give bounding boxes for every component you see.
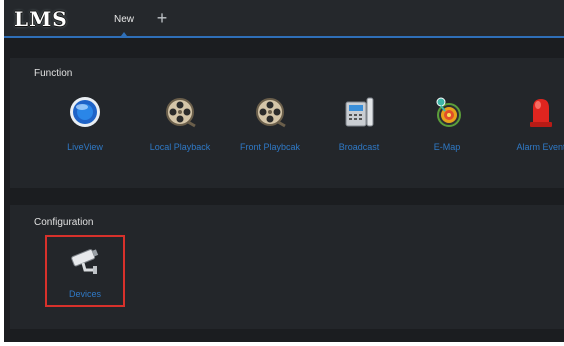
function-item-label: Alarm Event — [516, 142, 564, 152]
function-item-broadcast[interactable]: Broadcast — [314, 96, 404, 166]
active-tab-indicator — [100, 32, 148, 38]
function-item-alarm-event[interactable]: Alarm Event — [496, 96, 564, 166]
function-item-label: LiveView — [67, 142, 103, 152]
function-panel-title: Function — [34, 68, 73, 79]
liveview-icon — [69, 96, 101, 128]
tab-new-label: New — [113, 14, 134, 25]
function-item-label: E-Map — [433, 142, 461, 152]
configuration-item-devices[interactable]: Devices — [40, 243, 130, 313]
function-item-label: Local Playback — [149, 142, 211, 152]
configuration-panel: Configuration Devices — [10, 205, 564, 329]
function-item-label: Front Playbcak — [239, 142, 301, 152]
map-target-icon — [431, 96, 463, 128]
function-item-label: Broadcast — [338, 142, 380, 152]
alarm-light-icon — [525, 96, 557, 128]
app-logo: LMS — [14, 7, 68, 31]
camera-icon — [69, 243, 101, 275]
function-item-liveview[interactable]: LiveView — [40, 96, 130, 166]
plus-icon: + — [156, 8, 168, 28]
film-reel-icon — [164, 96, 196, 128]
function-item-local-playback[interactable]: Local Playback — [135, 96, 225, 166]
configuration-item-label: Devices — [68, 289, 101, 299]
function-item-e-map[interactable]: E-Map — [402, 96, 492, 166]
configuration-panel-title: Configuration — [34, 217, 94, 228]
film-reel-icon — [254, 96, 286, 128]
broadcast-phone-icon — [343, 96, 375, 128]
function-item-front-playback[interactable]: Front Playbcak — [225, 96, 315, 166]
function-panel: Function LiveView Local Playback Front P… — [10, 58, 564, 188]
title-bar: LMS New + — [4, 0, 564, 38]
lms-window: LMS New + Function LiveView Local Playba… — [4, 0, 564, 342]
add-tab-button[interactable]: + — [152, 8, 172, 28]
tab-new[interactable]: New — [100, 0, 148, 38]
